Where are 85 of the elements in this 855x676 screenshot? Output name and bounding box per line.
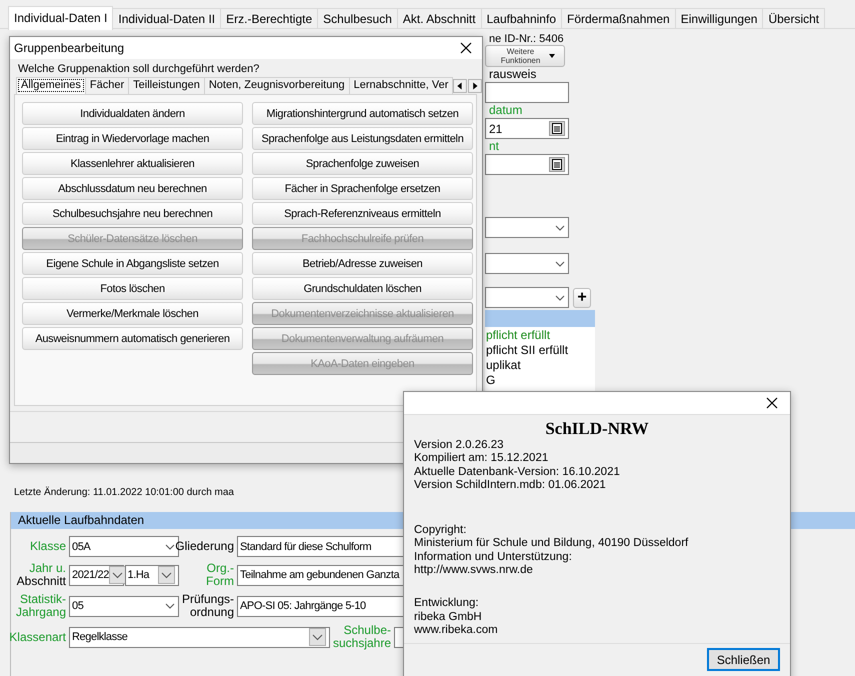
caret-icon: [548, 54, 554, 58]
field-label: Schulbe-: [344, 624, 391, 637]
field-label: datum: [488, 104, 522, 117]
action-button[interactable]: Fotos löschen: [22, 277, 243, 300]
close-button[interactable]: Schließen: [707, 648, 780, 671]
chevron-icon: [555, 260, 565, 266]
action-button[interactable]: Eigene Schule in Abgangsliste setzen: [22, 252, 243, 275]
info-text: http://www.svws.nrw.de: [414, 564, 534, 578]
info-text: Aktuelle Datenbank-Version: 16.10.2021: [414, 466, 621, 479]
chevron-icon: [165, 544, 175, 550]
action-button[interactable]: Sprachenfolge aus Leistungsdaten ermitteln: [252, 127, 473, 150]
list-item[interactable]: uplikat: [485, 358, 595, 373]
text-field[interactable]: Standard für diese Schulform: [237, 536, 404, 557]
list-item[interactable]: G: [485, 373, 595, 388]
calendar-icon[interactable]: [549, 157, 565, 172]
info-text: www.ribeka.com: [414, 624, 499, 638]
action-button[interactable]: Grundschuldaten löschen: [252, 277, 473, 300]
info-text: Version 2.0.26.23: [414, 439, 505, 452]
action-button[interactable]: Betrieb/Adresse zuweisen: [252, 252, 473, 275]
info-text: Copyright:: [414, 524, 468, 538]
field-label: Jahr u.: [29, 562, 66, 575]
date-field[interactable]: 21: [485, 118, 569, 139]
field-label: Statistik-: [20, 593, 66, 606]
tab[interactable]: Einwilligungen: [674, 8, 764, 28]
action-button[interactable]: Individualdaten ändern: [22, 102, 243, 125]
info-text: Version SchildIntern.mdb: 01.06.2021: [414, 478, 607, 492]
action-button[interactable]: Fächer in Sprachenfolge ersetzen: [252, 177, 473, 200]
info-text: Information und Unterstützung:: [414, 550, 573, 564]
field-label: Klassenart: [9, 630, 66, 644]
close-icon[interactable]: [460, 42, 472, 54]
text-field[interactable]: APO-SI 05: Jahrgänge 5-10: [237, 596, 404, 616]
dropdown[interactable]: 2021/22: [69, 564, 124, 586]
action-button[interactable]: Vermerke/Merkmale löschen: [22, 302, 243, 325]
field-label: Form: [206, 575, 234, 588]
dropdown[interactable]: 05: [69, 596, 179, 616]
dropdown[interactable]: 1.Ha: [124, 564, 179, 586]
tab[interactable]: Erz.-Berechtigte: [220, 8, 318, 28]
field-label: Org.-: [206, 562, 234, 575]
section-title: Aktuelle Laufbahndaten: [18, 513, 144, 527]
field-label: Jahrgang: [16, 606, 66, 619]
field-label: rausweis: [488, 68, 536, 81]
dropdown[interactable]: [485, 287, 569, 308]
scroll-right-icon[interactable]: [468, 78, 482, 94]
dialog-title: Gruppenbearbeitung: [14, 41, 124, 55]
tab[interactable]: Übersicht: [762, 8, 826, 28]
id-text: ne ID-Nr.: 5406: [488, 33, 564, 45]
tab[interactable]: Individual-Daten I: [8, 6, 114, 30]
scroll-left-icon[interactable]: [453, 78, 468, 94]
info-text: Kompiliert am: 15.12.2021: [414, 452, 550, 466]
list-item[interactable]: pflicht erfüllt: [485, 328, 595, 343]
action-button[interactable]: Klassenlehrer aktualisieren: [22, 152, 243, 175]
info-text: Ministerium für Schule und Bildung, 40190 Düsseldorf: [414, 537, 690, 551]
tab[interactable]: Allgemeines: [16, 77, 86, 94]
field-label: ordnung: [190, 606, 234, 619]
action-button[interactable]: Eintrag in Wiedervorlage machen: [22, 127, 243, 150]
date-field[interactable]: [485, 154, 569, 175]
add-button[interactable]: +: [573, 288, 591, 308]
info-text: Entwicklung:: [414, 597, 480, 611]
field-label: Klasse: [30, 540, 66, 553]
group-box-label: Welche Gruppenaktion soll durchgeführt werden?: [18, 63, 260, 75]
chevron-icon: [555, 224, 565, 230]
chevron-icon: [555, 294, 565, 300]
field-label: Prüfungs-: [182, 593, 234, 606]
calendar-icon[interactable]: [549, 121, 565, 136]
list-item[interactable]: pflicht SII erfüllt: [485, 343, 595, 358]
action-button[interactable]: Sprachenfolge zuweisen: [252, 152, 473, 175]
app-name-heading: SchILD-NRW: [545, 419, 649, 439]
action-button[interactable]: Schulbesuchsjahre neu berechnen: [22, 202, 243, 225]
action-button[interactable]: Sprach-Referenzniveaus ermitteln: [252, 202, 473, 225]
field-label: nt: [488, 140, 500, 153]
more-functions-button[interactable]: Weitere Funktionen: [485, 45, 565, 67]
dropdown[interactable]: [485, 217, 569, 238]
dropdown[interactable]: Regelklasse: [69, 626, 330, 648]
field-label: Abschnitt: [16, 575, 66, 588]
action-button[interactable]: Ausweisnummern automatisch generieren: [22, 327, 243, 350]
last-change-text: Letzte Änderung: 11.01.2022 10:01:00 durch maa: [14, 487, 234, 498]
info-text: ribeka GmbH: [414, 610, 483, 624]
close-icon[interactable]: [766, 397, 778, 409]
action-button[interactable]: Migrationshintergrund automatisch setzen: [252, 102, 473, 125]
field-label: suchsjahre: [332, 637, 391, 650]
text-field[interactable]: [485, 82, 569, 103]
text-field[interactable]: Teilnahme am gebundenen Ganzta: [237, 564, 404, 586]
dropdown[interactable]: [485, 253, 569, 274]
chevron-icon: [165, 603, 175, 609]
action-button[interactable]: Abschlussdatum neu berechnen: [22, 177, 243, 200]
